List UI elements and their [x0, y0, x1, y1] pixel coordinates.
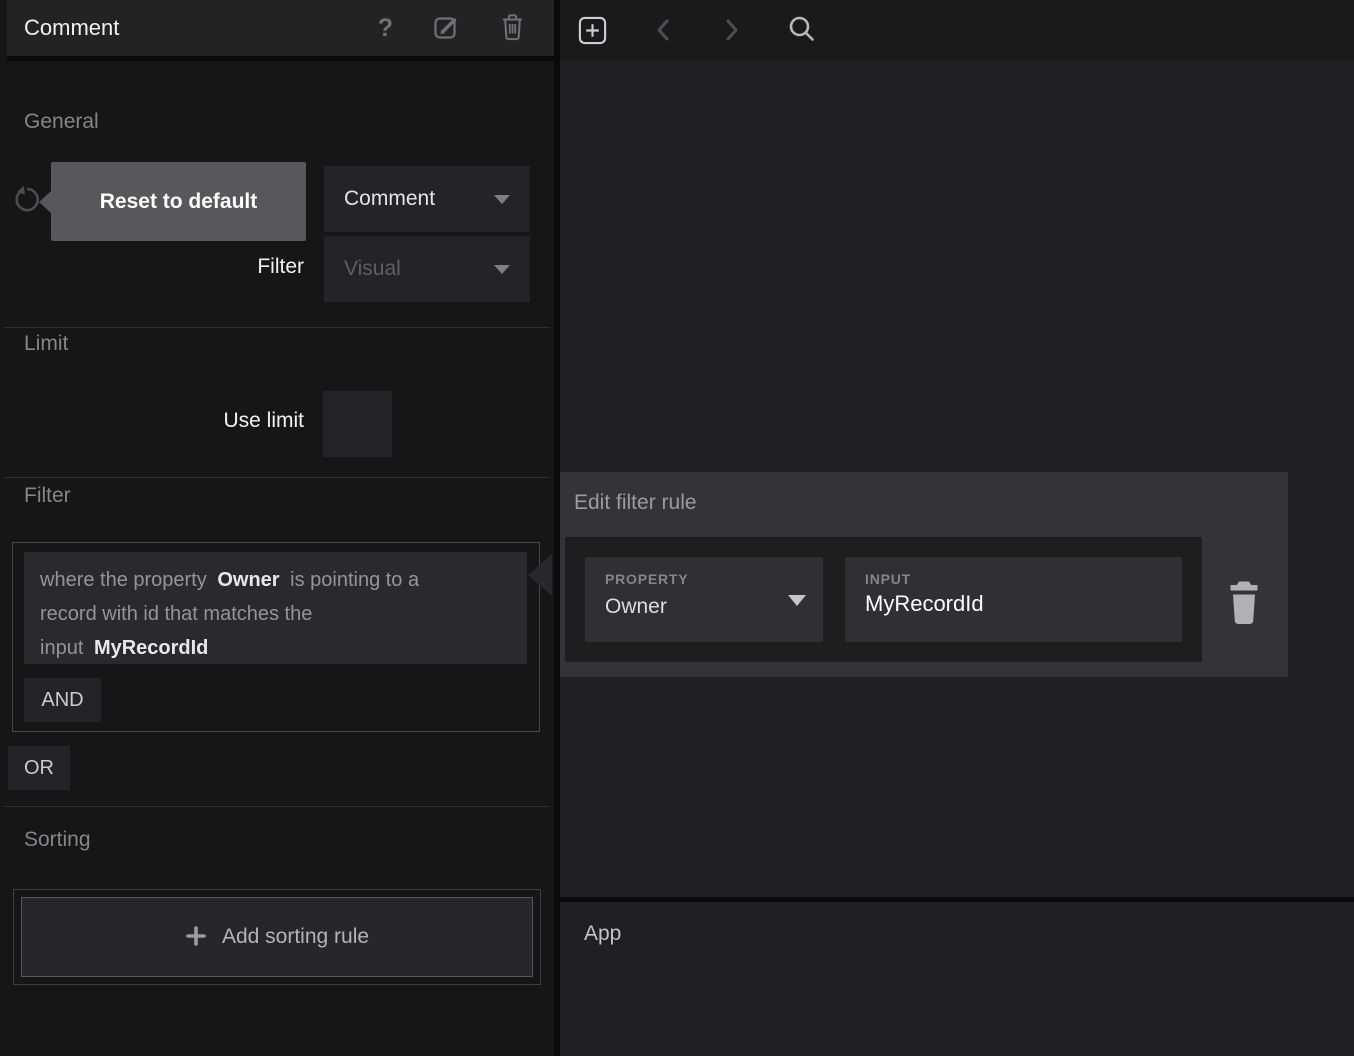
input-label: INPUT — [865, 571, 911, 587]
app-section[interactable]: App — [560, 902, 1354, 1056]
record-id-input[interactable] — [865, 591, 1160, 617]
property-value: Owner — [605, 595, 667, 619]
panel-title: Comment — [7, 15, 378, 41]
reset-to-default-button[interactable] — [11, 185, 41, 218]
chevron-down-icon — [494, 265, 510, 274]
rule-property-name: Owner — [217, 569, 279, 591]
reset-ccw-icon — [11, 185, 41, 218]
rule-input-name: MyRecordId — [94, 637, 208, 659]
question-mark-icon: ? — [378, 16, 393, 41]
chevron-right-icon — [724, 17, 740, 46]
edit-pencil-icon — [431, 12, 461, 45]
node-type-dropdown[interactable]: Comment — [324, 166, 530, 232]
add-node-icon — [577, 15, 608, 49]
tooltip-text: Reset to default — [100, 190, 258, 214]
filter-rules-group: where the property Owner is pointing to … — [12, 542, 540, 732]
search-button[interactable] — [785, 13, 819, 50]
delete-rule-button[interactable] — [1226, 580, 1262, 628]
popup-pointer-arrow — [528, 554, 552, 596]
edit-comment-button[interactable] — [431, 12, 461, 45]
trash-icon — [499, 12, 526, 45]
property-dropdown[interactable]: PROPERTY Owner — [585, 557, 823, 642]
section-divider — [4, 477, 550, 478]
section-divider — [4, 806, 550, 807]
plus-icon — [185, 925, 207, 950]
navigate-back-button[interactable] — [655, 17, 671, 46]
section-divider — [4, 327, 550, 328]
use-limit-checkbox[interactable] — [323, 391, 392, 457]
filter-type-value: Visual — [344, 257, 401, 281]
properties-panel: Comment ? — [0, 0, 554, 1056]
sorting-rules-group: Add sorting rule — [13, 889, 541, 985]
add-and-rule-button[interactable]: AND — [24, 678, 101, 722]
panel-header-icons: ? — [378, 12, 554, 45]
property-label: PROPERTY — [605, 571, 688, 587]
popup-title: Edit filter rule — [574, 491, 697, 515]
add-or-group-button[interactable]: OR — [8, 746, 70, 790]
limit-section-label: Limit — [24, 332, 68, 356]
tooltip-arrow — [39, 191, 51, 213]
rule-editor-card: PROPERTY Owner INPUT — [565, 537, 1202, 662]
chevron-down-icon — [494, 195, 510, 204]
trash-filled-icon — [1227, 580, 1261, 629]
filter-rule-card[interactable]: where the property Owner is pointing to … — [24, 552, 527, 664]
rule-line: record with id that matches the — [40, 597, 511, 631]
rule-line: input MyRecordId — [40, 631, 511, 665]
add-node-button[interactable] — [577, 15, 608, 49]
input-field-group: INPUT — [845, 557, 1182, 642]
add-sorting-rule-label: Add sorting rule — [222, 925, 369, 949]
navigate-forward-button[interactable] — [724, 17, 740, 46]
reset-tooltip: Reset to default — [51, 162, 306, 241]
filter-section-label: Filter — [24, 484, 71, 508]
app-section-label: App — [584, 922, 621, 946]
panel-header: Comment ? — [7, 0, 554, 61]
add-sorting-rule-button[interactable]: Add sorting rule — [21, 897, 533, 977]
canvas-toolbar — [560, 0, 1354, 61]
search-icon — [785, 13, 819, 50]
filter-type-dropdown[interactable]: Visual — [324, 236, 530, 302]
help-button[interactable]: ? — [378, 16, 393, 41]
node-type-value: Comment — [344, 187, 435, 211]
use-limit-label: Use limit — [104, 409, 304, 433]
app-window: Comment ? — [0, 0, 1354, 1056]
general-section-label: General — [24, 110, 99, 134]
rule-line: where the property Owner is pointing to … — [40, 563, 511, 597]
delete-node-button[interactable] — [499, 12, 526, 45]
chevron-down-icon — [788, 595, 806, 606]
sorting-section-label: Sorting — [24, 828, 91, 852]
chevron-left-icon — [655, 17, 671, 46]
edit-filter-rule-popup: Edit filter rule PROPERTY Owner INPUT — [560, 472, 1288, 677]
filter-row-label: Filter — [104, 255, 304, 279]
